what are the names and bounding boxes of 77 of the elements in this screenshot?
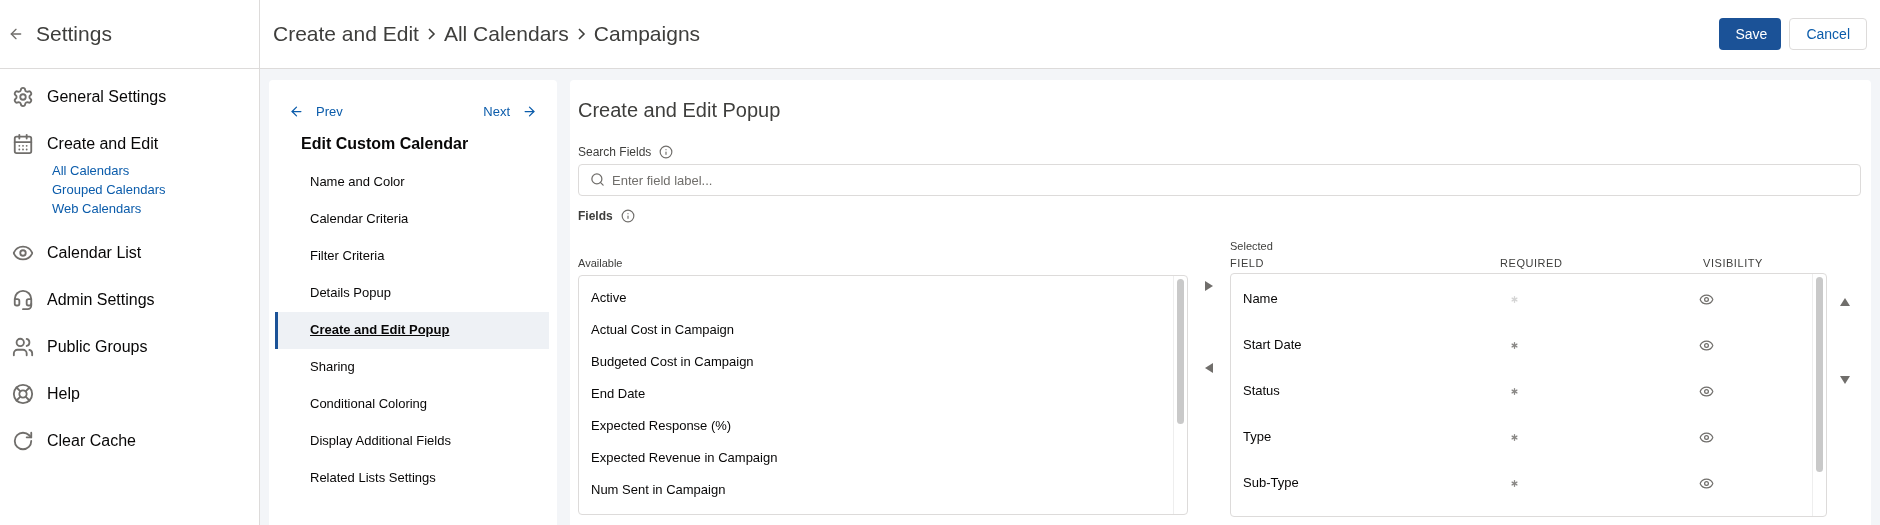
back-button[interactable] [8,26,24,42]
list-option[interactable]: Budgeted Cost in Campaign [579,345,1173,378]
list-option[interactable]: Expected Revenue in Campaign [579,441,1173,474]
step-item[interactable]: Conditional Coloring [275,385,549,423]
field-name[interactable]: Type [1231,427,1509,447]
visibility-icon[interactable] [1699,429,1714,445]
info-icon [659,145,674,159]
triangle-right-icon [1203,280,1215,292]
step-item[interactable]: Display Additional Fields [275,422,549,460]
column-header: VISIBILITY [1703,255,1763,271]
sidebar-item[interactable]: Calendar List [12,241,247,265]
required-star-icon[interactable] [1509,477,1520,489]
required-star-icon[interactable] [1509,385,1520,397]
visibility-icon[interactable] [1699,475,1714,491]
step-item[interactable]: Filter Criteria [275,237,549,275]
list-option[interactable]: Actual Cost in Campaign [579,313,1173,346]
list-option[interactable]: Active [579,281,1173,314]
sidebar-item[interactable]: General Settings [12,85,247,109]
people-icon [12,336,34,358]
prev-link[interactable]: Prev [289,102,343,122]
required-star-icon[interactable] [1509,339,1520,351]
field-name[interactable]: Start Date [1231,335,1509,355]
cancel-button[interactable]: Cancel [1789,18,1867,50]
step-item[interactable]: Calendar Criteria [275,200,549,238]
headset-icon [12,289,34,311]
triangle-up-icon [1839,296,1851,308]
breadcrumb-item[interactable]: All Calendars [443,18,569,50]
visibility-icon[interactable] [1699,383,1714,399]
scrollbar-thumb[interactable] [1177,278,1184,424]
sidebar-link[interactable]: All Calendars [52,161,247,180]
triangle-left-icon [1203,362,1215,374]
panel-title: Create and Edit Popup [578,98,782,123]
step-item[interactable]: Name and Color [275,163,549,201]
search-icon [590,172,605,187]
sidebar-item[interactable]: Public Groups [12,335,247,359]
next-link[interactable]: Next [483,102,537,122]
calendar-icon [12,133,34,155]
visibility-icon[interactable] [1699,291,1714,307]
search-field[interactable]: Enter field label... [578,164,1861,196]
gear-icon [12,86,34,108]
scrollbar-thumb[interactable] [1816,277,1823,472]
sidebar-item[interactable]: Admin Settings [12,288,247,312]
breadcrumb-item: Campaigns [593,21,701,48]
field-name[interactable]: Sub-Type [1231,473,1509,493]
sidebar-item[interactable]: Help [12,382,247,406]
breadcrumb-item[interactable]: Create and Edit [273,18,419,50]
step-item[interactable]: Create and Edit Popup [275,311,549,349]
list-option[interactable]: Num Sent in Campaign [579,473,1173,506]
sidebar-item[interactable]: Create and Edit [12,132,247,156]
save-button[interactable]: Save [1719,18,1782,50]
visibility-icon[interactable] [1699,337,1714,353]
list-label: Selected [1230,239,1274,254]
chevron-right-icon [576,27,586,41]
info-icon [620,209,635,223]
step-item[interactable]: Details Popup [275,274,549,312]
list-option[interactable]: End Date [579,377,1173,410]
sidebar-title: Settings [36,21,112,48]
steps-title: Edit Custom Calendar [300,133,470,154]
column-header: FIELD [1230,255,1265,271]
field-name[interactable]: Status [1231,381,1509,401]
list-label: Available [578,256,624,271]
section-label: Fields [578,208,613,225]
field-label: Search Fields [578,144,652,161]
required-star-icon[interactable] [1509,431,1520,443]
list-option[interactable]: Expected Response (%) [579,409,1173,442]
triangle-down-icon [1839,374,1851,386]
step-item[interactable]: Sharing [275,348,549,386]
refresh-icon [12,430,34,452]
arrow-right-icon [522,104,537,120]
column-header: REQUIRED [1500,255,1564,271]
step-item[interactable]: Related Lists Settings [275,459,549,497]
sidebar-link[interactable]: Web Calendars [52,199,247,218]
sidebar-item[interactable]: Clear Cache [12,429,247,453]
sidebar-link[interactable]: Grouped Calendars [52,180,247,199]
chevron-right-icon [426,27,436,41]
field-name[interactable]: Name [1231,289,1509,309]
help-icon [12,383,34,405]
